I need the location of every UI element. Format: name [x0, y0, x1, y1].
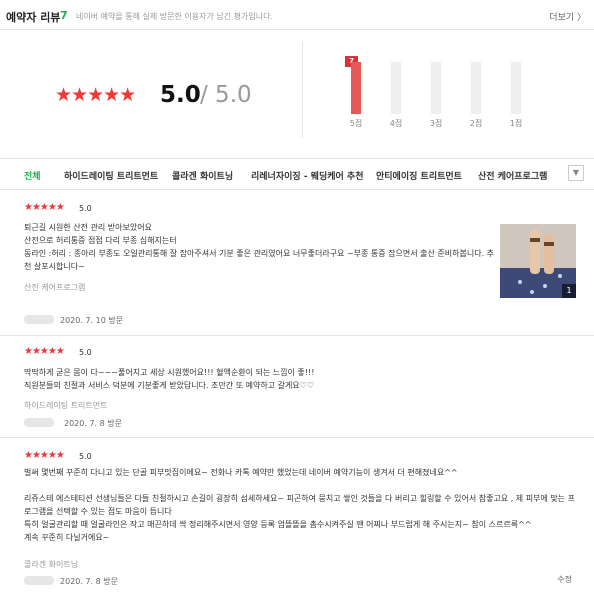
review-body: 벌써 몇번째 꾸준히 다니고 있는 단골 피부맛집이에요~ 전화나 카톡 예약만…: [24, 466, 575, 544]
distribution-label: 5점: [349, 119, 363, 128]
review-count: 7: [60, 9, 68, 22]
distribution-track: [471, 62, 481, 114]
distribution-bar-4: 4점: [385, 50, 405, 130]
distribution-bar-5: 7 5점: [345, 50, 365, 130]
review-line: 퇴근길 시원한 산전 관리 받아보았어요: [24, 223, 152, 232]
distribution-label: 4점: [389, 119, 403, 128]
review-body: 퇴근길 시원한 산전 관리 받아보았어요 산전으로 허리통증 점점 다리 부종 …: [24, 221, 494, 273]
photo-count: 1: [562, 284, 576, 298]
reviews-header: 예약자 리뷰 7 네이버 예약을 통해 실제 방문한 이용자가 남긴 평가입니다…: [0, 0, 594, 30]
section-description: 네이버 예약을 통해 실제 방문한 이용자가 남긴 평가입니다.: [76, 12, 273, 21]
section-title: 예약자 리뷰: [6, 11, 61, 24]
program-tabs: 전체 하이드레이팅 트리트먼트 콜라겐 화이트닝 리레너자이징 - 웨딩케어 추…: [0, 158, 594, 190]
review-date: 2020. 7. 8 방문: [60, 577, 118, 586]
overall-out-of: / 5.0: [200, 82, 252, 108]
rating-divider: [302, 42, 303, 138]
distribution-fill: [351, 62, 361, 114]
tab-all[interactable]: 전체: [24, 169, 41, 182]
more-link[interactable]: 더보기 〉: [549, 10, 586, 23]
review-line: 천 살포시합니다~: [24, 262, 85, 271]
review-line: 리쥬스테 에스테티션 선생님들은 다들 친절하시고 손길이 굉장히 섬세하세요~…: [24, 494, 575, 503]
distribution-track: [351, 62, 361, 114]
review-photo[interactable]: 1: [500, 224, 576, 298]
distribution-bar-1: 1점: [505, 50, 525, 130]
review-line: 벌써 몇번째 꾸준히 다니고 있는 단골 피부맛집이에요~ 전화나 카톡 예약만…: [24, 468, 458, 477]
distribution-label: 1점: [509, 119, 523, 128]
tab-hydrating-treatment[interactable]: 하이드레이팅 트리트먼트: [64, 169, 158, 182]
overall-score: 5.0: [160, 82, 201, 108]
review-line: 특히 얼굴관리할 때 얼굴라인은 작고 매끈하데 싹 정리해주시면서 영양 등록…: [24, 520, 532, 529]
review-line: 계속 꾸준히 다닐거에요~: [24, 533, 110, 542]
review-line: 동라인 :허리 : 종아리 부종도 오일관리통해 잘 잡아주셔서 기분 좋은 관…: [24, 249, 495, 258]
review-line: 산전으로 허리통증 점점 다리 부종 심해지는터: [24, 236, 177, 245]
review-program-tag[interactable]: 산전 케어프로그램: [24, 282, 85, 293]
review-item: ★★★★★ 5.0 딱딱하게 굳은 몸이 다~~~풀어지고 세상 시원했어요!!…: [0, 336, 594, 438]
review-line: 로그램을 선택할 수 있는 점도 마음이 듭니다: [24, 507, 172, 516]
review-score: 5.0: [79, 452, 92, 461]
review-line: 딱딱하게 굳은 몸이 다~~~풀어지고 세상 시원했어요!!! 혈액순환이 되는…: [24, 368, 315, 377]
tab-collagen-whitening[interactable]: 콜라겐 화이트닝: [172, 169, 233, 182]
distribution-bar-2: 2점: [465, 50, 485, 130]
review-stars-icon: ★★★★★: [24, 450, 65, 461]
distribution-track: [391, 62, 401, 114]
distribution-track: [431, 62, 441, 114]
review-date: 2020. 7. 8 방문: [64, 419, 122, 428]
reviewer-name: [24, 576, 54, 585]
review-score: 5.0: [79, 204, 92, 213]
tab-anti-aging-treatment[interactable]: 안티에이징 트리트먼트: [376, 169, 462, 182]
review-item: ★★★★★ 5.0 벌써 몇번째 꾸준히 다니고 있는 단골 피부맛집이에요~ …: [0, 438, 594, 600]
chevron-down-icon[interactable]: ▼: [568, 165, 584, 181]
review-stars-icon: ★★★★★: [24, 346, 65, 357]
tab-prenatal-care[interactable]: 산전 케어프로그램: [478, 169, 547, 182]
review-body: 딱딱하게 굳은 몸이 다~~~풀어지고 세상 시원했어요!!! 혈액순환이 되는…: [24, 366, 314, 392]
distribution-track: [511, 62, 521, 114]
review-line: [24, 479, 575, 492]
edit-button[interactable]: 수정: [557, 574, 572, 585]
tab-reenergizing-wedding[interactable]: 리레너자이징 - 웨딩케어 추천: [251, 169, 364, 182]
review-score: 5.0: [79, 348, 92, 357]
review-stars-icon: ★★★★★: [24, 202, 65, 213]
distribution-bar-3: 3점: [425, 50, 445, 130]
score-distribution: 7 5점 4점 3점 2점 1점: [345, 50, 545, 130]
overall-stars-icon: ★★★★★: [55, 84, 136, 106]
distribution-label: 2점: [469, 119, 483, 128]
review-program-tag[interactable]: 콜라겐 화이트닝: [24, 559, 78, 570]
review-program-tag[interactable]: 하이드레이팅 트리트먼트: [24, 400, 108, 411]
reviewer-name: [24, 315, 54, 324]
reviewer-name: [24, 418, 54, 427]
distribution-label: 3점: [429, 119, 443, 128]
review-line: 직원분들의 친절과 서비스 덕분에 기분좋게 받았답니다. 조만간 또 예약하고…: [24, 381, 315, 390]
review-date: 2020. 7. 10 방문: [60, 316, 124, 325]
